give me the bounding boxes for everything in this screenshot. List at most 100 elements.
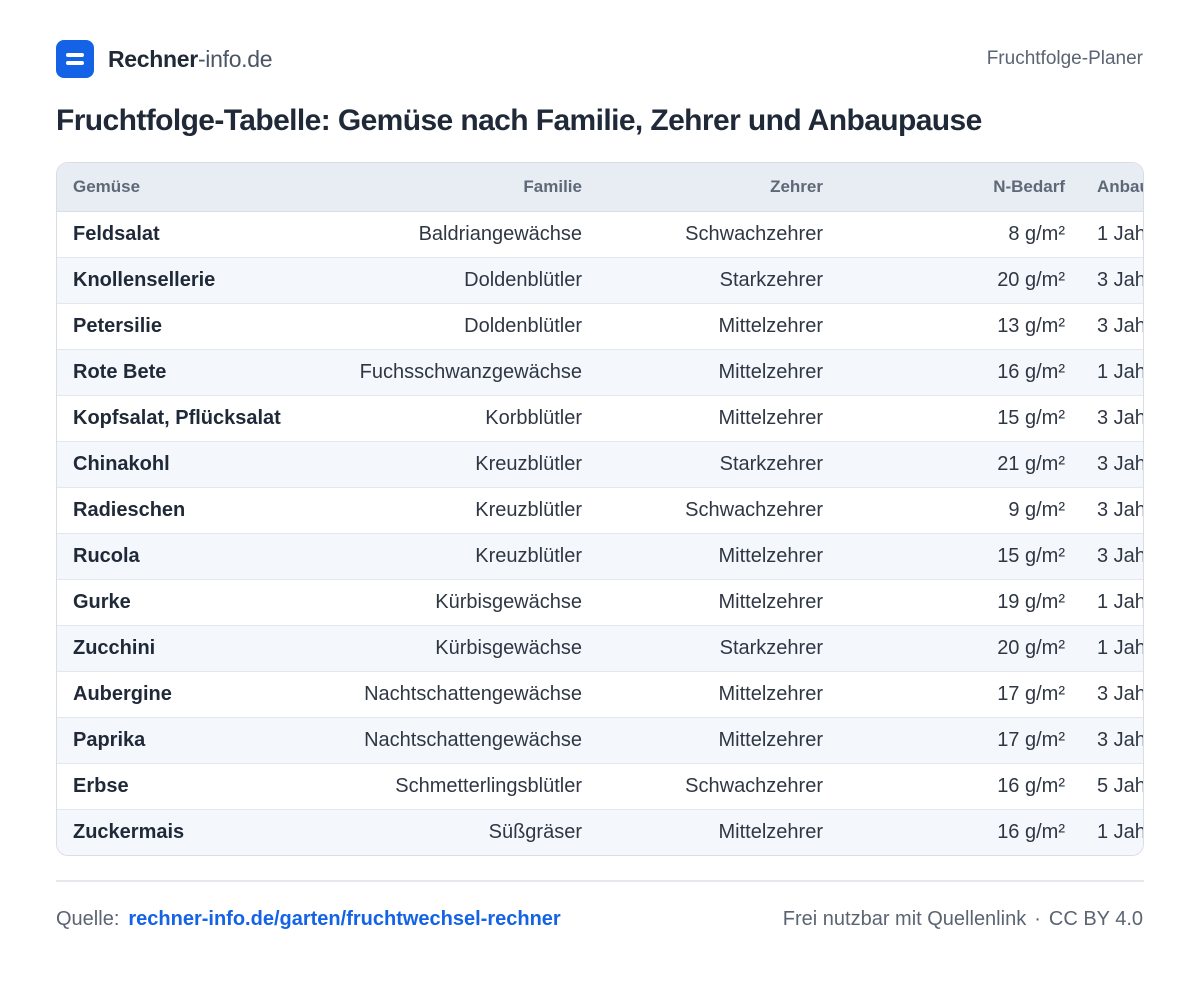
- cell-anbaupause: 3 Jahre: [1081, 303, 1143, 350]
- table-row: Feldsalat Baldriangewächse Schwachzehrer 8 …: [57, 211, 1143, 258]
- column-header-n-bedarf: N-Bedarf: [839, 163, 1081, 212]
- cell-anbaupause: 3 Jahre: [1081, 717, 1143, 764]
- brand-name: Rechner-info.de: [108, 45, 273, 73]
- cell-anbaupause: 5 Jahre: [1081, 763, 1143, 810]
- table-row: Knollensellerie Doldenblütler Starkzehrer 2…: [57, 257, 1143, 304]
- page-header: Rechner-info.de Fruchtfolge-Planer: [56, 40, 1143, 78]
- cell-familie: Süßgräser: [309, 809, 598, 855]
- cell-anbaupause: 1 Jahre: [1081, 211, 1143, 258]
- cell-n-bedarf: 15 g/m²: [839, 533, 1081, 580]
- cell-n-bedarf: 8 g/m²: [839, 211, 1081, 258]
- cell-zehrer: Mittelzehrer: [598, 579, 839, 626]
- table-row: Zucchini Kürbisgewächse Starkzehrer 20 g/m²…: [57, 625, 1143, 672]
- cell-anbaupause: 3 Jahre: [1081, 257, 1143, 304]
- brand-name-strong: Rechner: [108, 45, 198, 72]
- cell-n-bedarf: 13 g/m²: [839, 303, 1081, 350]
- table-row: Chinakohl Kreuzblütler Starkzehrer 21 g/m² 3…: [57, 441, 1143, 488]
- cell-zehrer: Mittelzehrer: [598, 809, 839, 855]
- cell-gemuese: Paprika: [57, 717, 309, 764]
- cell-anbaupause: 3 Jahre: [1081, 441, 1143, 488]
- cell-gemuese: Radieschen: [57, 487, 309, 534]
- cell-n-bedarf: 9 g/m²: [839, 487, 1081, 534]
- cell-familie: Doldenblütler: [309, 257, 598, 304]
- table-row: Erbse Schmetterlingsblütler Schwachzehrer 1…: [57, 763, 1143, 810]
- cell-zehrer: Mittelzehrer: [598, 303, 839, 350]
- cell-familie: Kreuzblütler: [309, 533, 598, 580]
- column-header-anbaupause: Anbaupause: [1081, 163, 1143, 212]
- cell-gemuese: Zuckermais: [57, 809, 309, 855]
- brand-name-light: -info.de: [197, 45, 273, 72]
- header-section-label: Fruchtfolge-Planer: [986, 48, 1143, 69]
- cell-familie: Kreuzblütler: [309, 441, 598, 488]
- cell-zehrer: Schwachzehrer: [598, 487, 839, 534]
- cell-anbaupause: 1 Jahre: [1081, 625, 1143, 672]
- table-row: Kopfsalat, Pflücksalat Korbblütler Mittelz…: [57, 395, 1143, 442]
- table-row: Rucola Kreuzblütler Mittelzehrer 15 g/m² 3 J…: [57, 533, 1143, 580]
- license-text: Frei nutzbar mit Quellenlink: [782, 907, 1027, 930]
- cell-familie: Kürbisgewächse: [309, 579, 598, 626]
- equals-logo-icon: [56, 40, 94, 78]
- license-name: CC BY 4.0: [1048, 907, 1143, 930]
- cell-anbaupause: 3 Jahre: [1081, 487, 1143, 534]
- table-row: Radieschen Kreuzblütler Schwachzehrer 9 g/m…: [57, 487, 1143, 534]
- cell-zehrer: Mittelzehrer: [598, 717, 839, 764]
- cell-gemuese: Aubergine: [57, 671, 309, 718]
- cell-anbaupause: 3 Jahre: [1081, 671, 1143, 718]
- cell-n-bedarf: 16 g/m²: [839, 763, 1081, 810]
- cell-gemuese: Rucola: [57, 533, 309, 580]
- cell-gemuese: Petersilie: [57, 303, 309, 350]
- table-header-row: Gemüse Familie Zehrer N-Bedarf Anbaupaus…: [57, 163, 1143, 212]
- brand[interactable]: Rechner-info.de: [56, 40, 273, 78]
- cell-n-bedarf: 21 g/m²: [839, 441, 1081, 488]
- cell-n-bedarf: 20 g/m²: [839, 625, 1081, 672]
- cell-zehrer: Starkzehrer: [598, 625, 839, 672]
- license-separator: ·: [1034, 907, 1041, 930]
- crop-rotation-table: Gemüse Familie Zehrer N-Bedarf Anbaupaus…: [56, 162, 1144, 856]
- cell-familie: Nachtschattengewächse: [309, 671, 598, 718]
- cell-zehrer: Schwachzehrer: [598, 211, 839, 258]
- cell-gemuese: Rote Bete: [57, 349, 309, 396]
- cell-n-bedarf: 15 g/m²: [839, 395, 1081, 442]
- source: Quelle: rechner-info.de/garten/fruchtwech…: [56, 908, 561, 931]
- cell-zehrer: Schwachzehrer: [598, 763, 839, 810]
- cell-familie: Nachtschattengewächse: [309, 717, 598, 764]
- cell-n-bedarf: 19 g/m²: [839, 579, 1081, 626]
- column-header-zehrer: Zehrer: [598, 163, 839, 212]
- source-link[interactable]: rechner-info.de/garten/fruchtwechsel-rec…: [128, 908, 560, 930]
- cell-zehrer: Starkzehrer: [598, 441, 839, 488]
- table-row: Paprika Nachtschattengewächse Mittelzehrer…: [57, 717, 1143, 764]
- table-row: Rote Bete Fuchsschwanzgewächse Mittelzehre…: [57, 349, 1143, 396]
- cell-gemuese: Chinakohl: [57, 441, 309, 488]
- cell-familie: Doldenblütler: [309, 303, 598, 350]
- table-row: Aubergine Nachtschattengewächse Mittelzehr…: [57, 671, 1143, 718]
- cell-zehrer: Mittelzehrer: [598, 395, 839, 442]
- cell-zehrer: Mittelzehrer: [598, 349, 839, 396]
- table-row: Petersilie Doldenblütler Mittelzehrer 13 g/…: [57, 303, 1143, 350]
- cell-anbaupause: 3 Jahre: [1081, 533, 1143, 580]
- cell-n-bedarf: 16 g/m²: [839, 349, 1081, 396]
- cell-gemuese: Feldsalat: [57, 211, 309, 258]
- page-title: Fruchtfolge-Tabelle: Gemüse nach Familie…: [56, 104, 982, 137]
- cell-familie: Korbblütler: [309, 395, 598, 442]
- cell-gemuese: Knollensellerie: [57, 257, 309, 304]
- cell-zehrer: Mittelzehrer: [598, 533, 839, 580]
- cell-gemuese: Erbse: [57, 763, 309, 810]
- cell-n-bedarf: 17 g/m²: [839, 671, 1081, 718]
- cell-anbaupause: 1 Jahre: [1081, 349, 1143, 396]
- footer-divider: [56, 880, 1144, 882]
- source-label: Quelle:: [56, 907, 120, 930]
- cell-anbaupause: 1 Jahre: [1081, 809, 1143, 855]
- table-body: Feldsalat Baldriangewächse Schwachzehrer 8 …: [57, 211, 1143, 855]
- page-footer: Quelle: rechner-info.de/garten/fruchtwech…: [56, 905, 1143, 933]
- column-header-familie: Familie: [309, 163, 598, 212]
- cell-familie: Fuchsschwanzgewächse: [309, 349, 598, 396]
- table-row: Gurke Kürbisgewächse Mittelzehrer 19 g/m² 1 …: [57, 579, 1143, 626]
- cell-gemuese: Gurke: [57, 579, 309, 626]
- cell-familie: Schmetterlingsblütler: [309, 763, 598, 810]
- column-header-gemuese: Gemüse: [57, 163, 309, 212]
- license-info: Frei nutzbar mit Quellenlink · CC BY 4.0: [783, 908, 1143, 931]
- cell-familie: Kreuzblütler: [309, 487, 598, 534]
- cell-n-bedarf: 20 g/m²: [839, 257, 1081, 304]
- cell-n-bedarf: 16 g/m²: [839, 809, 1081, 855]
- cell-familie: Kürbisgewächse: [309, 625, 598, 672]
